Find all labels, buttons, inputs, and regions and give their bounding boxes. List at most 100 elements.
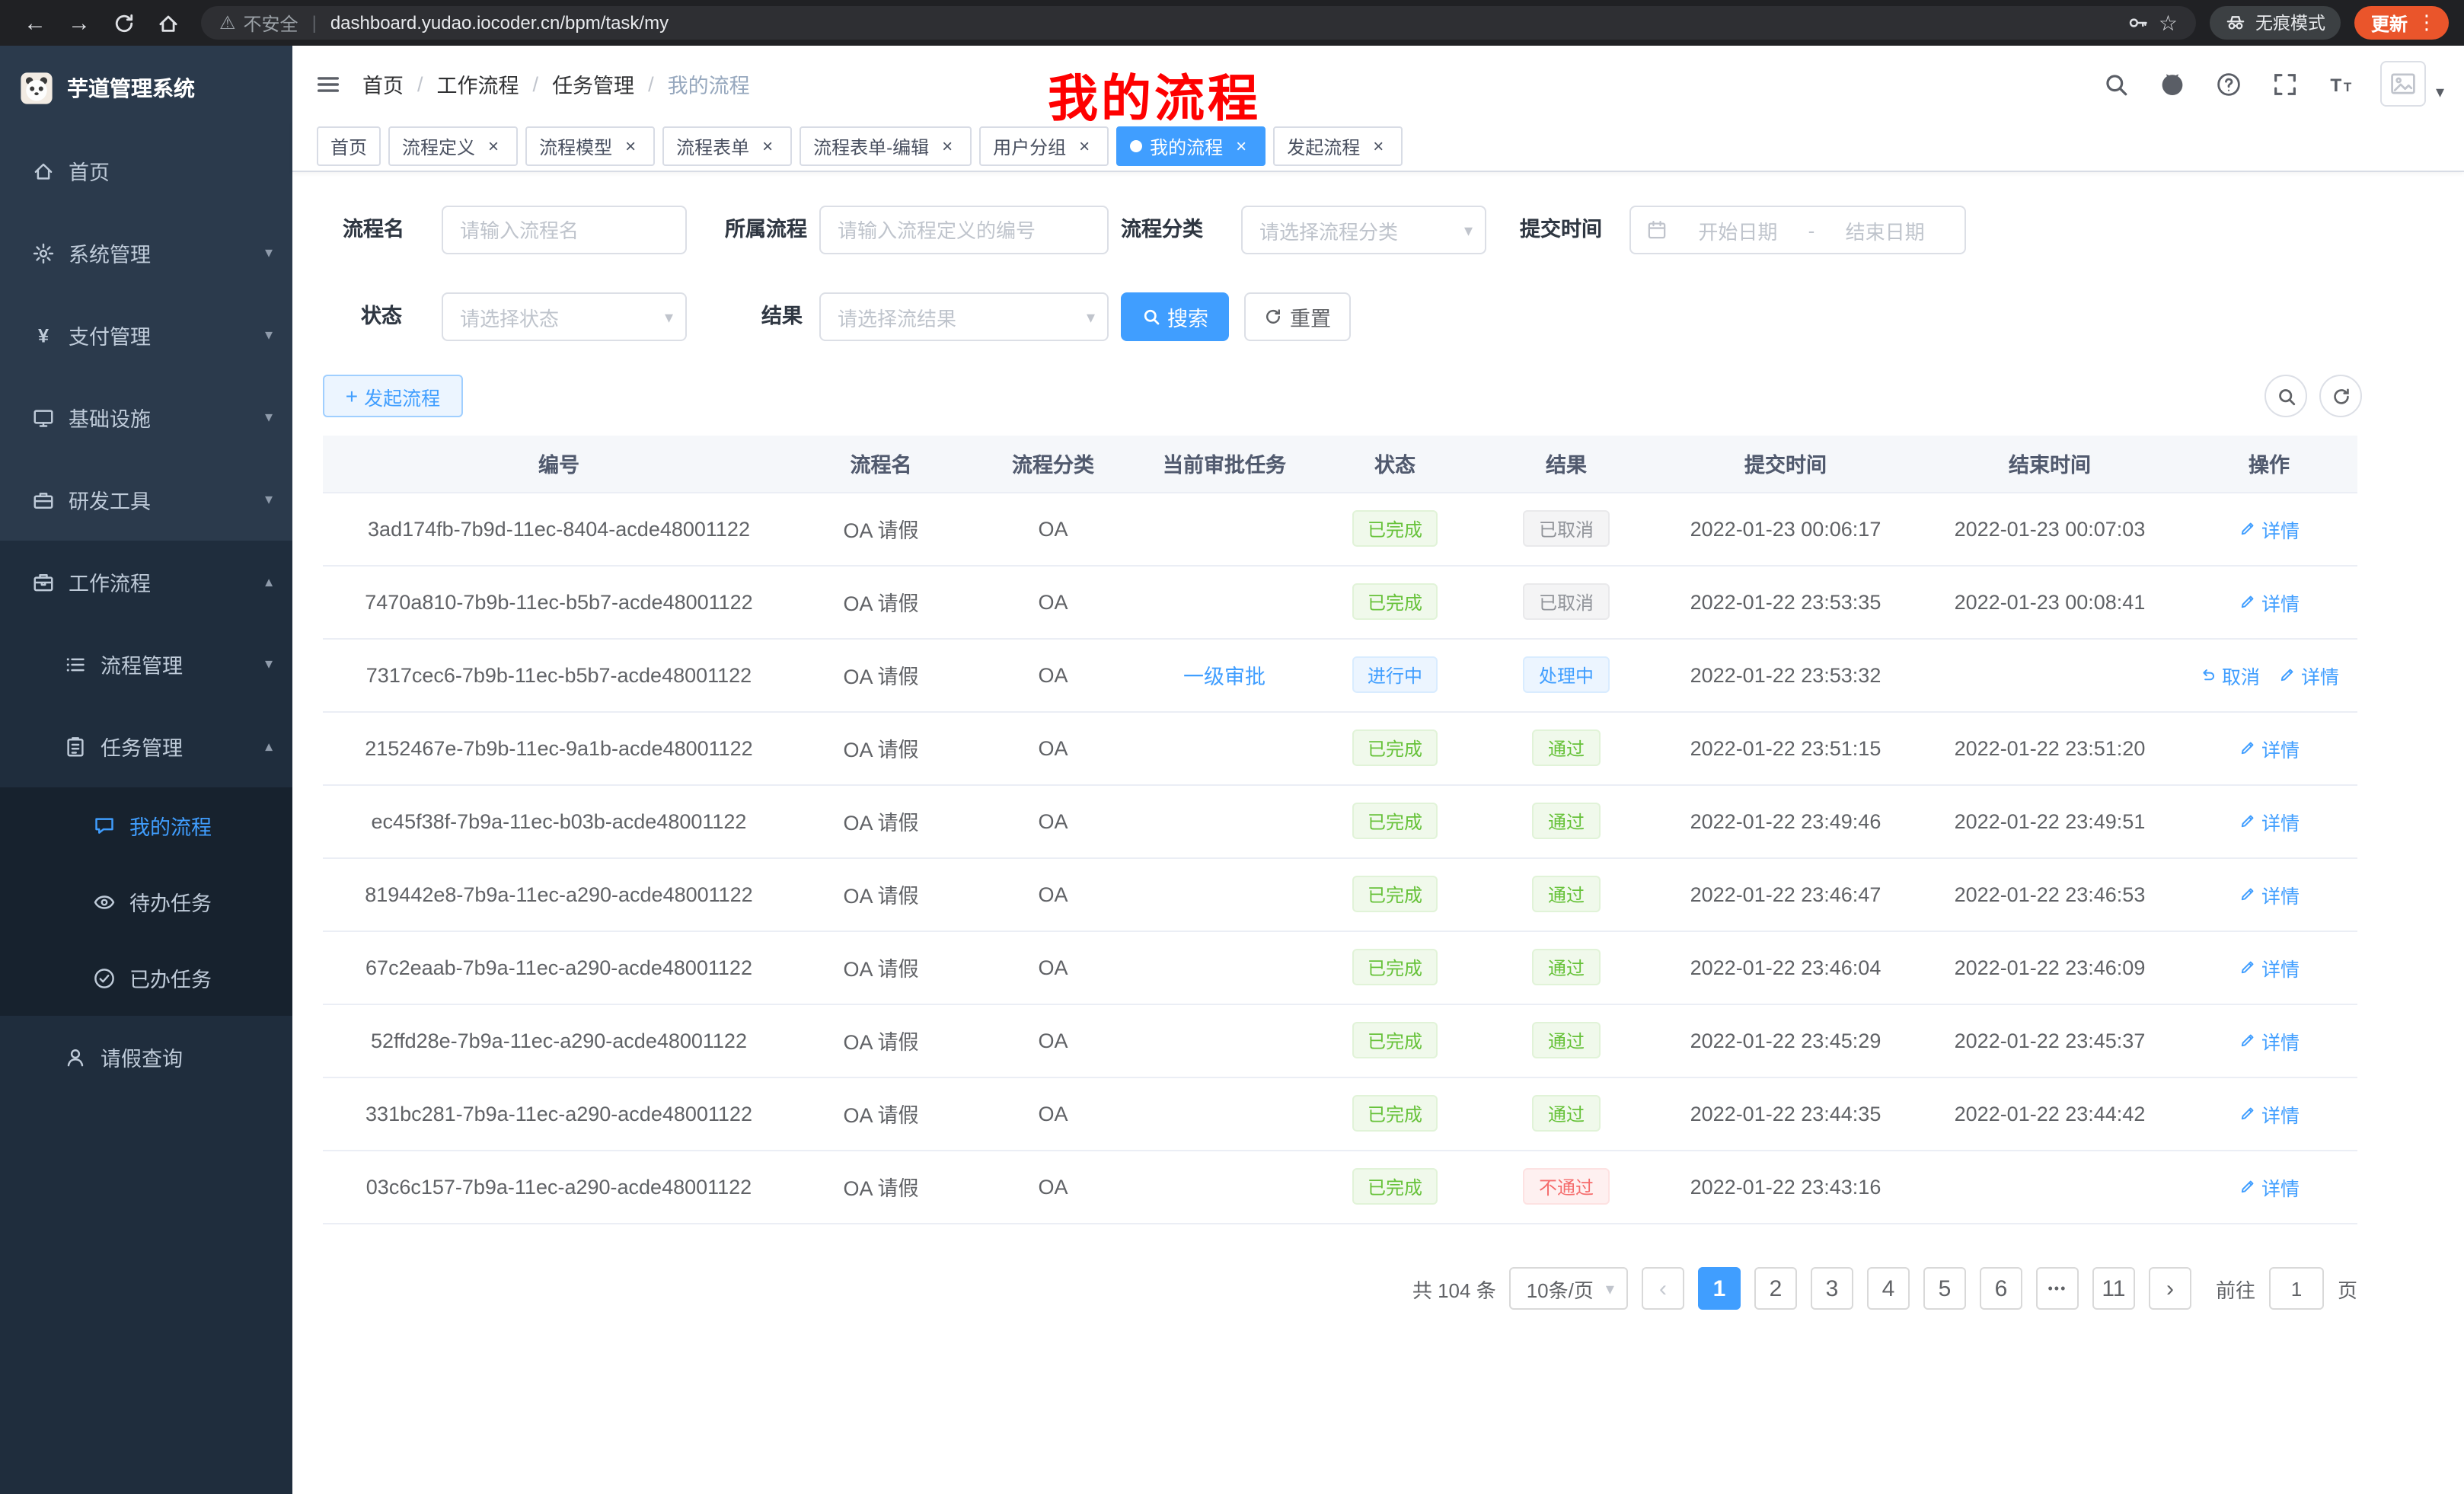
breadcrumb-item[interactable]: 任务管理 [552, 69, 634, 99]
tab-close-icon[interactable]: × [1230, 136, 1252, 157]
tab-close-icon[interactable]: × [757, 136, 778, 157]
sidebar-item-todo-task[interactable]: 待办任务 [0, 864, 292, 940]
password-key-icon[interactable] [2128, 12, 2150, 34]
result-tag: 通过 [1533, 729, 1600, 766]
tab-my-process[interactable]: 我的流程× [1116, 126, 1266, 166]
help-icon[interactable] [2212, 67, 2245, 101]
prev-page-button[interactable]: ‹ [1642, 1267, 1684, 1310]
browser-forward-icon[interactable]: → [59, 3, 99, 43]
sidebar-item-dev-tools[interactable]: 研发工具▾ [0, 458, 292, 541]
detail-link[interactable]: 详情 [2239, 733, 2300, 762]
github-icon[interactable] [2156, 67, 2189, 101]
reset-button[interactable]: 重置 [1244, 292, 1351, 341]
font-size-icon[interactable]: TT [2325, 67, 2358, 101]
browser-home-icon[interactable] [148, 3, 187, 43]
process-id-input[interactable] [819, 206, 1109, 254]
sidebar-item-infrastructure[interactable]: 基础设施▾ [0, 376, 292, 458]
app-logo[interactable]: 芋道管理系统 [0, 46, 292, 129]
tab-process-model[interactable]: 流程模型× [525, 126, 655, 166]
tab-process-definition[interactable]: 流程定义× [388, 126, 518, 166]
sidebar-item-leave-query[interactable]: 请假查询 [0, 1016, 292, 1098]
address-bar[interactable]: ⚠不安全 | dashboard.yudao.iocoder.cn/bpm/ta… [201, 6, 2196, 40]
sidebar-item-my-process[interactable]: 我的流程 [0, 787, 292, 864]
sidebar-item-home[interactable]: 首页 [0, 129, 292, 212]
filter-result-label: 结果 [761, 292, 803, 341]
tab-start-process[interactable]: 发起流程× [1273, 126, 1403, 166]
browser-back-icon[interactable]: ← [15, 3, 55, 43]
tab-close-icon[interactable]: × [483, 136, 504, 157]
tab-close-icon[interactable]: × [620, 136, 641, 157]
detail-icon [2239, 958, 2257, 976]
table-search-icon[interactable] [2265, 375, 2307, 417]
page-button-5[interactable]: 5 [1923, 1267, 1966, 1310]
tab-close-icon[interactable]: × [937, 136, 958, 157]
fullscreen-icon[interactable] [2268, 67, 2302, 101]
security-warning[interactable]: ⚠不安全 [219, 10, 298, 36]
page-button-1[interactable]: 1 [1698, 1267, 1741, 1310]
sidebar-item-label: 请假查询 [101, 1042, 292, 1072]
page-button-3[interactable]: 3 [1811, 1267, 1853, 1310]
user-avatar[interactable] [2381, 61, 2427, 107]
sidebar-item-process-manage[interactable]: 流程管理▾ [0, 623, 292, 705]
page-button-2[interactable]: 2 [1754, 1267, 1797, 1310]
page-button-4[interactable]: 4 [1867, 1267, 1910, 1310]
end-date-input[interactable]: 结束日期 [1821, 215, 1949, 244]
status-tag: 已完成 [1352, 510, 1438, 547]
tab-close-icon[interactable]: × [1074, 136, 1095, 157]
tab-process-form[interactable]: 流程表单× [662, 126, 792, 166]
sidebar-item-system-manage[interactable]: 系统管理▾ [0, 212, 292, 294]
page-url[interactable]: dashboard.yudao.iocoder.cn/bpm/task/my [330, 12, 669, 34]
tab-process-form-edit[interactable]: 流程表单-编辑× [800, 126, 972, 166]
cancel-link[interactable]: 取消 [2199, 660, 2260, 689]
tab-home[interactable]: 首页 [317, 126, 381, 166]
detail-link[interactable]: 详情 [2239, 514, 2300, 543]
detail-link[interactable]: 详情 [2239, 806, 2300, 835]
cell-end-time: 2022-01-23 00:08:41 [1919, 565, 2181, 638]
sidebar-item-task-manage[interactable]: 任务管理▾ [0, 705, 292, 787]
detail-link[interactable]: 详情 [2239, 1172, 2300, 1201]
detail-link[interactable]: 详情 [2239, 1026, 2300, 1055]
browser-reload-icon[interactable] [104, 3, 143, 43]
search-icon[interactable] [2099, 67, 2133, 101]
page-ellipsis[interactable]: ••• [2036, 1267, 2079, 1310]
page-buttons: 123456 ••• 11 [1698, 1267, 2135, 1310]
sidebar-item-payment-manage[interactable]: ¥支付管理▾ [0, 294, 292, 376]
avatar-caret-icon[interactable]: ▾ [2436, 82, 2444, 102]
start-process-button[interactable]: + 发起流程 [323, 375, 463, 417]
sidebar-item-done-task[interactable]: 已办任务 [0, 940, 292, 1016]
toolbox-icon [32, 488, 55, 511]
page-jump-input[interactable] [2269, 1267, 2324, 1310]
process-name-input[interactable] [442, 206, 687, 254]
detail-link[interactable]: 详情 [2239, 587, 2300, 616]
update-button[interactable]: 更新 ⋮ [2354, 6, 2449, 40]
tab-close-icon[interactable]: × [1368, 136, 1389, 157]
sidebar-item-workflow[interactable]: 工作流程▾ [0, 541, 292, 623]
next-page-button[interactable]: › [2149, 1267, 2191, 1310]
category-select[interactable]: 请选择流程分类 ▾ [1241, 206, 1486, 254]
detail-link[interactable]: 详情 [2278, 660, 2339, 689]
search-button[interactable]: 搜索 [1121, 292, 1229, 341]
detail-link[interactable]: 详情 [2239, 879, 2300, 908]
detail-link[interactable]: 详情 [2239, 1099, 2300, 1128]
table-refresh-icon[interactable] [2319, 375, 2362, 417]
breadcrumb-item[interactable]: 首页 [362, 69, 404, 99]
monitor-icon [32, 406, 55, 429]
sidebar-toggle-icon[interactable] [292, 46, 362, 122]
bookmark-star-icon[interactable]: ☆ [2159, 10, 2178, 36]
browser-menu-icon[interactable]: ⋮ [2412, 11, 2441, 35]
process-id-input-field[interactable] [821, 207, 1107, 253]
breadcrumb-item[interactable]: 工作流程 [437, 69, 519, 99]
status-select[interactable]: 请选择状态 ▾ [442, 292, 687, 341]
current-task-link[interactable]: 一级审批 [1183, 659, 1266, 690]
result-select[interactable]: 请选择流结果 ▾ [819, 292, 1109, 341]
page-button-6[interactable]: 6 [1980, 1267, 2022, 1310]
process-name-input-field[interactable] [443, 207, 685, 253]
start-date-input[interactable]: 开始日期 [1674, 215, 1802, 244]
cell-end-time: 2022-01-22 23:44:42 [1919, 1077, 2181, 1150]
page-button-11[interactable]: 11 [2092, 1267, 2135, 1310]
tab-user-group[interactable]: 用户分组× [979, 126, 1109, 166]
detail-link[interactable]: 详情 [2239, 953, 2300, 982]
page-size-select[interactable]: 10条/页 ▾ [1510, 1267, 1628, 1310]
submit-time-range-picker[interactable]: 开始日期 - 结束日期 [1629, 206, 1966, 254]
content-area: 流程名 所属流程 流程分类 请选择流程分类 ▾ 提交时间 开始日期 - 结束日期… [292, 172, 2464, 1494]
